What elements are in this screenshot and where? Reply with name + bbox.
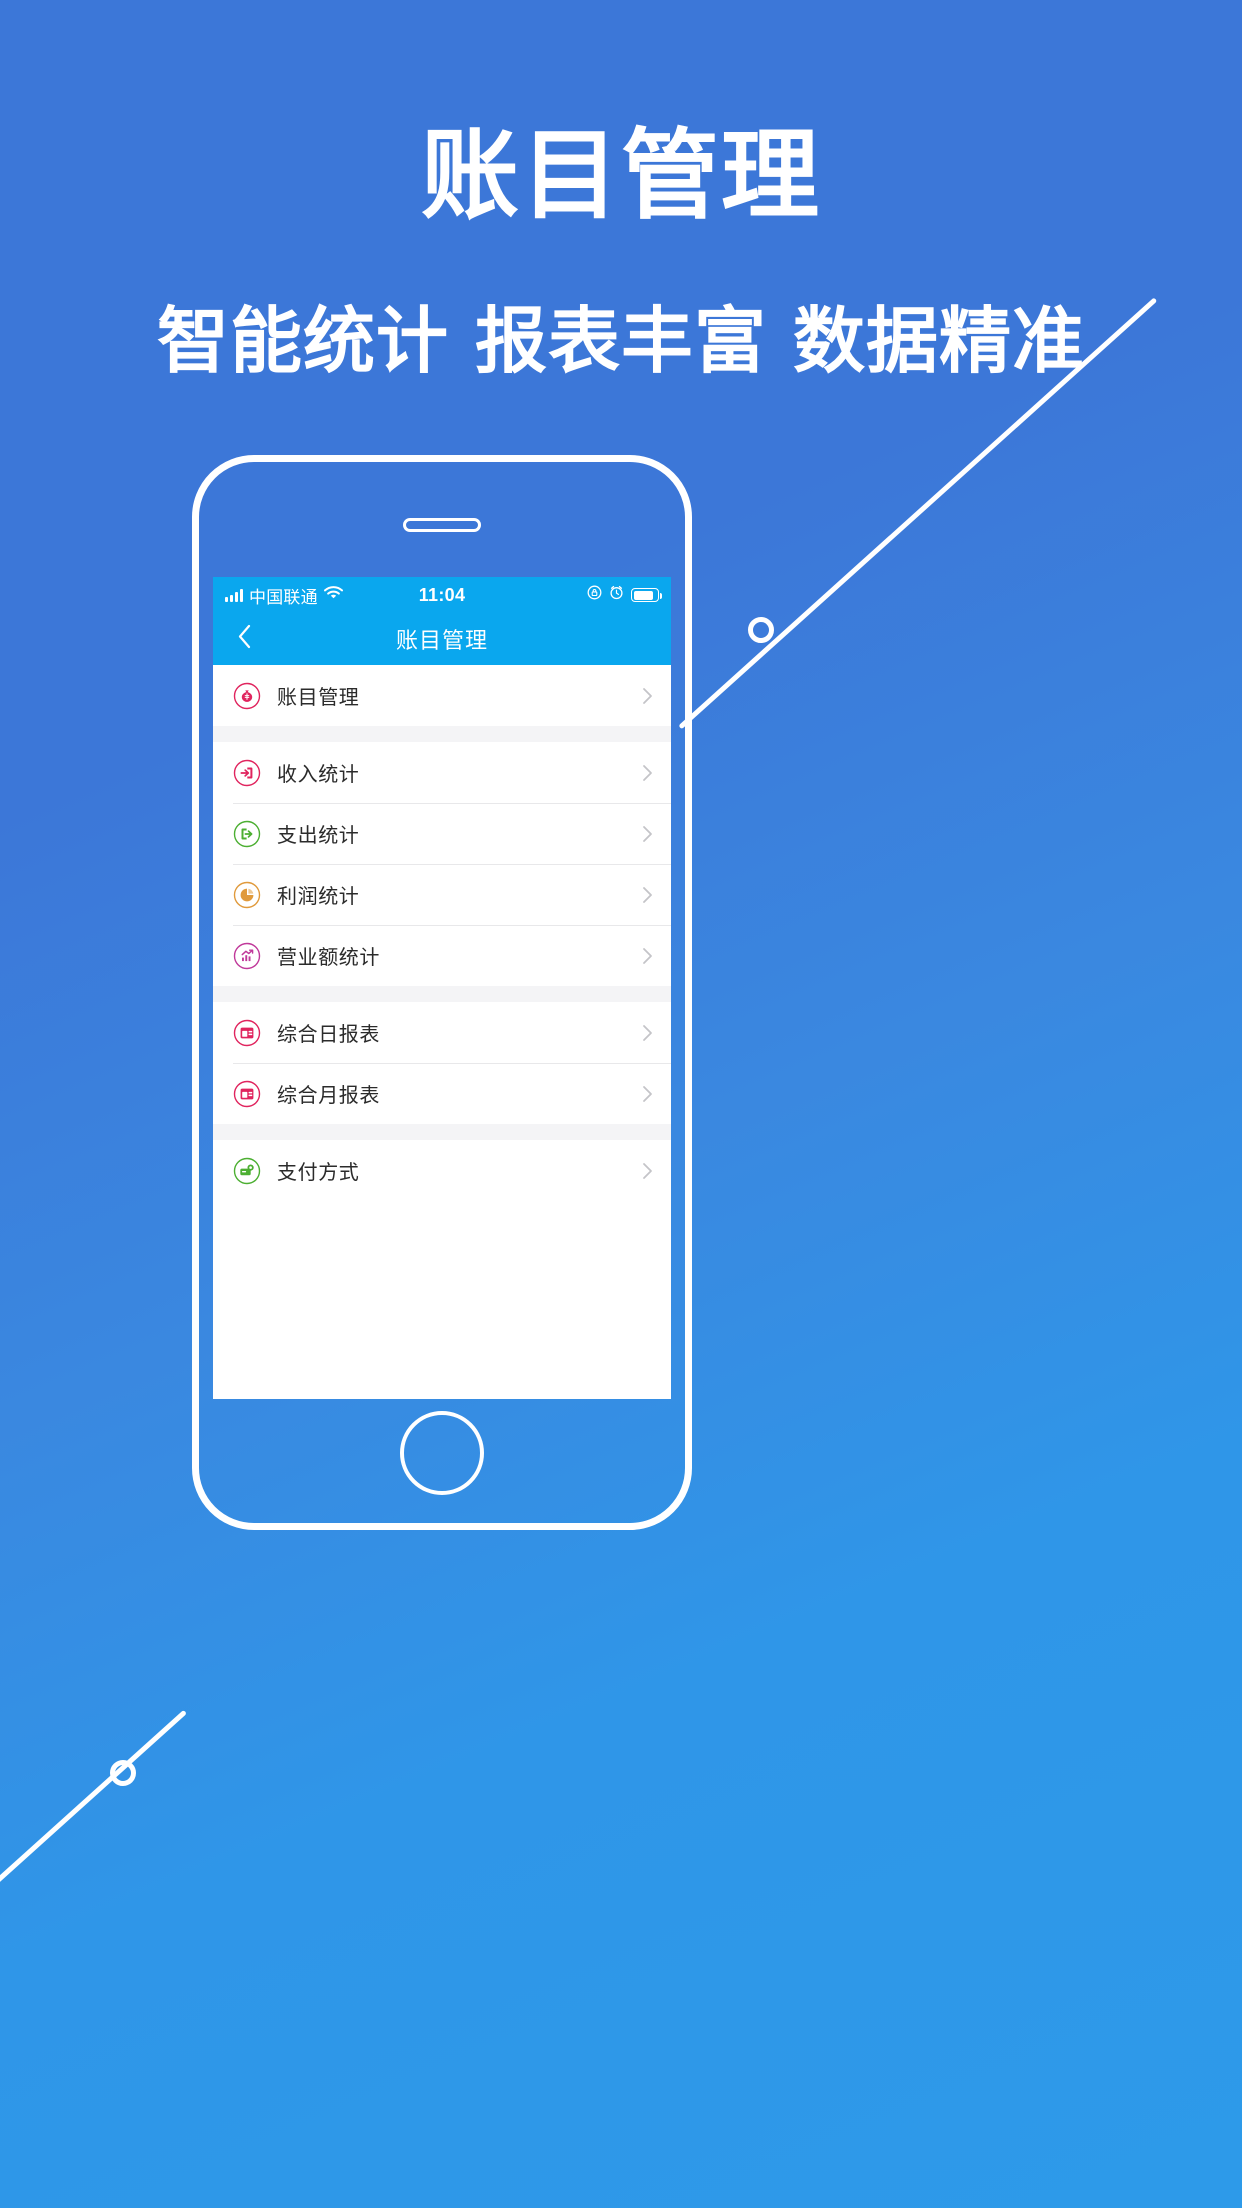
subtitle-part-2: 报表丰富 — [474, 302, 767, 382]
chevron-right-icon — [639, 886, 655, 903]
list-group: 账目管理 — [213, 665, 671, 726]
list-item-label: 利润统计 — [277, 886, 360, 908]
money-bag-icon — [233, 682, 261, 710]
payment-card-icon — [233, 1157, 261, 1185]
nav-bar: 账目管理 — [213, 613, 671, 665]
rotation-lock-icon — [587, 585, 602, 605]
nav-title: 账目管理 — [395, 628, 488, 653]
arrow-out-of-box-icon — [233, 820, 261, 848]
list-group: 综合日报表 综合月报表 — [213, 1002, 671, 1124]
subtitle-part-1: 智能统计 — [156, 302, 449, 382]
chevron-right-icon — [639, 947, 655, 964]
chevron-left-icon — [237, 624, 252, 654]
phone-mockup: 中国联通 11:04 账目管理 账目管理 收入统计 支出统计 利润统计 营业额统… — [192, 455, 692, 1530]
list-item-monthly-report[interactable]: 综合月报表 — [213, 1063, 671, 1124]
list-group: 收入统计 支出统计 利润统计 营业额统计 — [213, 742, 671, 986]
alarm-clock-icon — [609, 585, 624, 605]
decorative-line-bottom-left — [0, 1709, 187, 1935]
list-item-label: 综合月报表 — [277, 1085, 380, 1107]
settings-list: 账目管理 收入统计 支出统计 利润统计 营业额统计 综合日报表 综合月报表 支付… — [213, 665, 671, 1399]
list-group-separator — [213, 986, 671, 1002]
phone-screen: 中国联通 11:04 账目管理 账目管理 收入统计 支出统计 利润统计 营业额统… — [213, 577, 671, 1399]
chevron-right-icon — [639, 1085, 655, 1102]
wifi-icon — [323, 585, 343, 605]
list-empty-area — [213, 1201, 671, 1399]
list-item-label: 支出统计 — [277, 825, 360, 847]
page-title: 账目管理 — [420, 120, 821, 230]
phone-speaker — [403, 518, 481, 532]
decorative-node-bottom-left — [110, 1760, 136, 1786]
daily-report-icon — [233, 1019, 261, 1047]
monthly-report-icon — [233, 1080, 261, 1108]
status-bar-right — [587, 585, 662, 605]
list-item-profit-statistics[interactable]: 利润统计 — [213, 864, 671, 925]
list-item-label: 营业额统计 — [277, 947, 380, 969]
chevron-right-icon — [639, 764, 655, 781]
list-item-label: 收入统计 — [277, 764, 360, 786]
decorative-node-top-right — [748, 617, 774, 643]
list-item-daily-report[interactable]: 综合日报表 — [213, 1002, 671, 1063]
chevron-right-icon — [639, 1024, 655, 1041]
battery-icon — [631, 588, 662, 602]
phone-home-button — [400, 1411, 484, 1495]
list-item-payment-method[interactable]: 支付方式 — [213, 1140, 671, 1201]
list-item-account-management[interactable]: 账目管理 — [213, 665, 671, 726]
list-item-turnover-statistics[interactable]: 营业额统计 — [213, 925, 671, 986]
list-group-separator — [213, 1124, 671, 1140]
promo-poster: 账目管理 智能统计 报表丰富 数据精准 中国联通 11:04 账目管理 账目管理… — [0, 0, 1242, 2208]
chevron-right-icon — [639, 825, 655, 842]
trend-chart-icon — [233, 942, 261, 970]
page-subtitle: 智能统计 报表丰富 数据精准 — [0, 282, 1242, 387]
list-item-expense-statistics[interactable]: 支出统计 — [213, 803, 671, 864]
back-button[interactable] — [227, 622, 261, 656]
status-bar-left: 中国联通 — [225, 583, 343, 608]
subtitle-part-3: 数据精准 — [793, 302, 1086, 382]
list-item-income-statistics[interactable]: 收入统计 — [213, 742, 671, 803]
chevron-right-icon — [639, 1162, 655, 1179]
pie-chart-icon — [233, 881, 261, 909]
signal-bars-icon — [225, 588, 243, 602]
chevron-right-icon — [639, 687, 655, 704]
list-group-separator — [213, 726, 671, 742]
list-item-label: 综合日报表 — [277, 1024, 380, 1046]
arrow-into-box-icon — [233, 759, 261, 787]
list-group: 支付方式 — [213, 1140, 671, 1201]
carrier-label: 中国联通 — [249, 587, 318, 607]
list-item-label: 支付方式 — [277, 1162, 360, 1184]
status-bar: 中国联通 11:04 — [213, 577, 671, 613]
list-item-label: 账目管理 — [277, 687, 360, 709]
